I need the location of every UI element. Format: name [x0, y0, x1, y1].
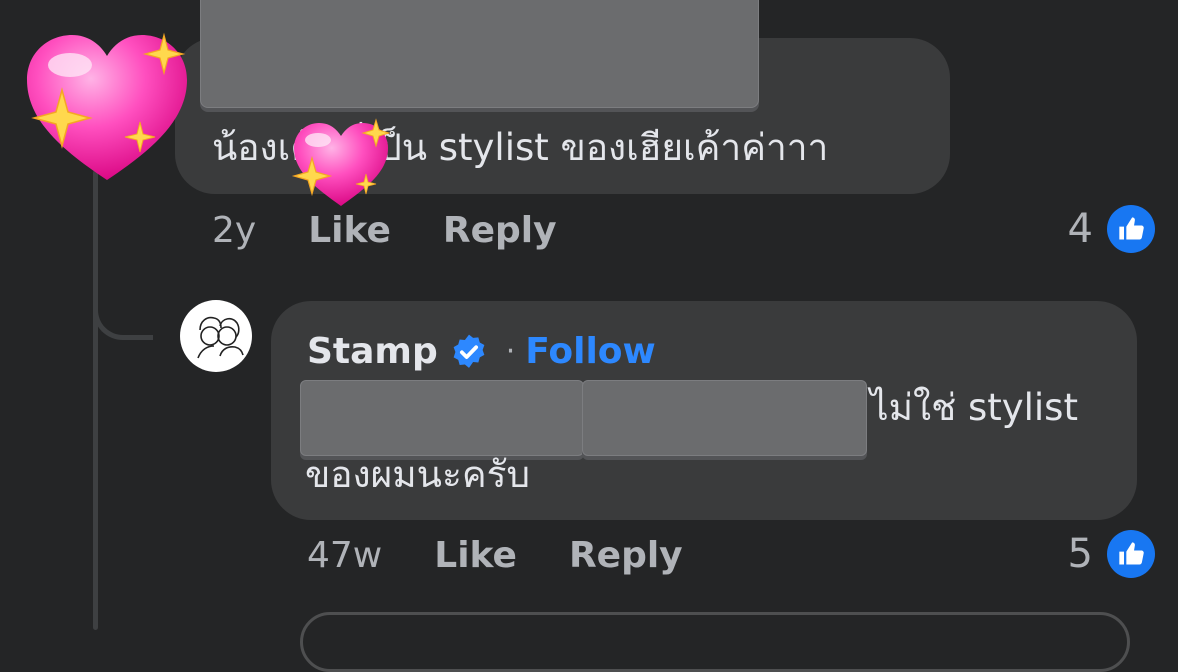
- comment-bubble-3: [300, 612, 1130, 672]
- reaction-count: 5: [1067, 531, 1093, 577]
- thumbs-up-icon: [1107, 530, 1155, 578]
- avatar[interactable]: [180, 300, 252, 372]
- sparkling-heart-icon: [291, 118, 391, 206]
- separator-dot: ·: [505, 334, 516, 369]
- like-button[interactable]: Like: [308, 210, 391, 251]
- thread-connector: [93, 270, 153, 340]
- comment-header: Stamp · Follow: [307, 331, 656, 372]
- sparkling-heart-icon: [27, 32, 187, 180]
- redacted-block: [582, 380, 867, 456]
- redacted-block: [200, 0, 759, 108]
- verified-badge-icon: [453, 334, 485, 368]
- comment-actions-2: 47w Like Reply: [307, 535, 683, 576]
- like-button[interactable]: Like: [434, 535, 517, 576]
- reply-button[interactable]: Reply: [569, 535, 683, 576]
- comment-time: 2y: [212, 210, 257, 251]
- comment-text: ไม่ใช่ stylist: [870, 386, 1078, 429]
- author-name[interactable]: Stamp: [307, 331, 438, 372]
- reaction-summary-2[interactable]: 5: [1068, 530, 1155, 578]
- comment-actions-1: 2y Like Reply: [212, 210, 557, 251]
- thumbs-up-icon: [1107, 205, 1155, 253]
- comment-text: ของผมนะครับ: [305, 453, 530, 496]
- reaction-count: 4: [1067, 206, 1093, 252]
- reaction-summary-1[interactable]: 4: [1068, 205, 1155, 253]
- thread-line: [93, 170, 98, 630]
- reply-button[interactable]: Reply: [443, 210, 557, 251]
- follow-button[interactable]: Follow: [525, 331, 656, 372]
- redacted-block: [300, 380, 584, 456]
- comment-time: 47w: [307, 535, 383, 576]
